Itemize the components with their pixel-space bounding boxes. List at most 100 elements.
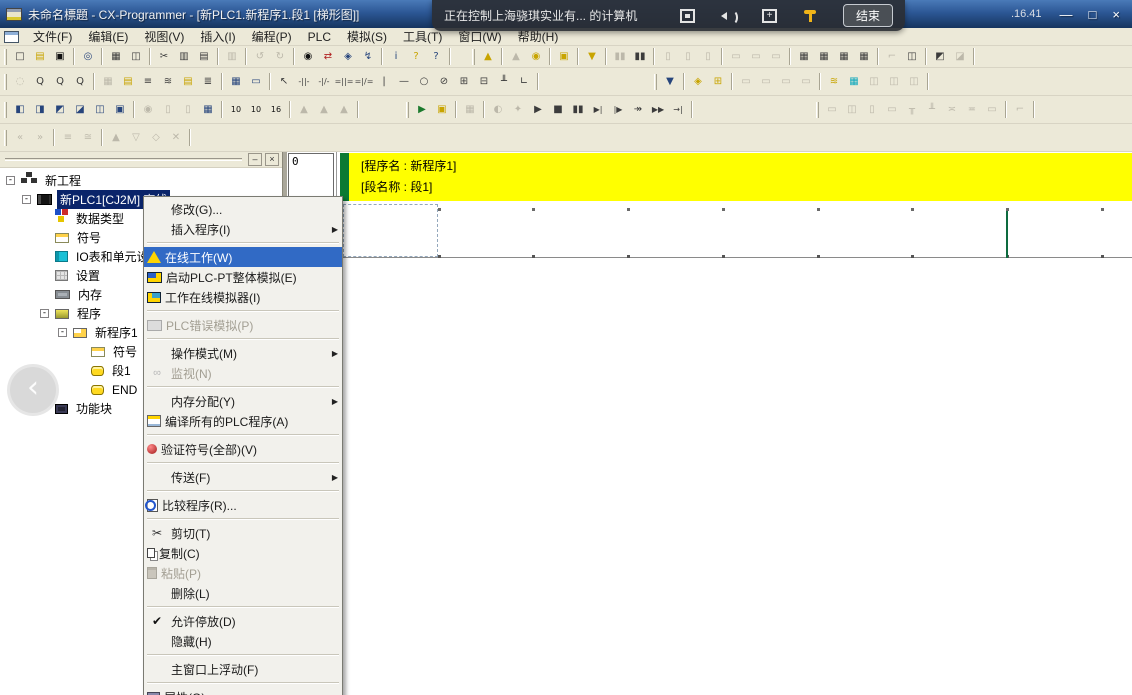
- grid-toggle-icon[interactable]: ▦: [98, 73, 118, 91]
- signed-decimal-icon[interactable]: 10: [246, 101, 266, 119]
- context-menu-item-cut[interactable]: ✂剪切(T): [144, 523, 342, 543]
- distribute-icon[interactable]: ≍: [942, 101, 962, 119]
- mnemonic-view-icon[interactable]: ◨: [30, 101, 50, 119]
- traffic-light-icon[interactable]: ≋: [824, 73, 844, 91]
- context-menu-item-paste[interactable]: 粘贴(P): [144, 563, 342, 583]
- toolbar-grip[interactable]: [4, 49, 7, 65]
- insert-above-icon[interactable]: ▭: [822, 101, 842, 119]
- zoom-out-icon[interactable]: Q: [30, 73, 50, 91]
- child-window-icon[interactable]: [4, 31, 19, 43]
- data-trace-icon[interactable]: ▯: [678, 48, 698, 66]
- toolbar-grip[interactable]: [4, 130, 7, 146]
- online-edit-icon[interactable]: ◈: [688, 73, 708, 91]
- redo-icon[interactable]: ↻: [270, 48, 290, 66]
- menu-item-edit[interactable]: 编辑(E): [80, 27, 136, 46]
- minimize-button[interactable]: —: [1060, 8, 1073, 21]
- toolbar-grip[interactable]: [4, 102, 7, 118]
- address-list-icon[interactable]: ≅: [78, 129, 98, 147]
- clipboard-special-icon[interactable]: ▥: [222, 48, 242, 66]
- menu-item-file[interactable]: 文件(F): [25, 27, 80, 46]
- monitor-refresh-icon[interactable]: ▲: [334, 101, 354, 119]
- step-over-icon[interactable]: ↠: [628, 101, 648, 119]
- smart-input-icon[interactable]: ▦: [226, 73, 246, 91]
- cut-icon[interactable]: ✂: [154, 48, 174, 66]
- rung-comment[interactable]: [程序名 : 新程序1] [段名称 : 段1]: [349, 153, 1132, 201]
- force-on-icon[interactable]: ▲: [106, 129, 126, 147]
- differential-monitor-icon[interactable]: ▯: [658, 48, 678, 66]
- hex-base-icon[interactable]: 16: [266, 101, 286, 119]
- menu-item-plc[interactable]: PLC: [300, 29, 339, 45]
- compile-icon[interactable]: ▲: [478, 48, 498, 66]
- open-file-icon[interactable]: ▤: [30, 48, 50, 66]
- ladder-grid-row[interactable]: [337, 201, 1132, 259]
- toolbar-grip[interactable]: [472, 49, 475, 65]
- previous-reference-icon[interactable]: «: [10, 129, 30, 147]
- zoom-100-icon[interactable]: Q: [70, 73, 90, 91]
- combine-rung-icon[interactable]: ▯: [862, 101, 882, 119]
- print-icon[interactable]: ▦: [106, 48, 126, 66]
- restore-button[interactable]: □: [1089, 8, 1097, 21]
- align-bottom-icon[interactable]: ╨: [922, 101, 942, 119]
- sim-stop-icon[interactable]: ■: [548, 101, 568, 119]
- menu-item-simulation[interactable]: 模拟(S): [339, 27, 395, 46]
- help-icon[interactable]: ?: [406, 48, 426, 66]
- delete-rung-icon[interactable]: ▭: [756, 73, 776, 91]
- rung-number[interactable]: 0: [288, 153, 334, 197]
- program-check-icon[interactable]: ◉: [526, 48, 546, 66]
- dock-pin-icon[interactable]: –: [248, 153, 262, 166]
- comment-rung-icon[interactable]: ▭: [982, 101, 1002, 119]
- save-file-icon[interactable]: ▣: [50, 48, 70, 66]
- run-to-end-icon[interactable]: →|: [668, 101, 688, 119]
- rung-comment-icon[interactable]: ≣: [198, 73, 218, 91]
- pointer-zoom-icon[interactable]: ◌: [10, 73, 30, 91]
- toolbox-icon[interactable]: [803, 9, 817, 23]
- context-menu-item-monitor[interactable]: ∞监视(N): [144, 363, 342, 383]
- context-menu-item-delete[interactable]: 删除(L): [144, 583, 342, 603]
- run-mode-icon[interactable]: ✦: [508, 101, 528, 119]
- force-cancel-icon[interactable]: ▭: [766, 48, 786, 66]
- inverted-instruction-icon[interactable]: ⊟: [474, 73, 494, 91]
- context-menu-item-copy[interactable]: 复制(C): [144, 543, 342, 563]
- sim-pause-icon[interactable]: ▮▮: [568, 101, 588, 119]
- menu-item-view[interactable]: 视图(V): [136, 27, 192, 46]
- context-menu-item-verify-symbols-all[interactable]: 验证符号(全部)(V): [144, 439, 342, 459]
- clear-force-icon[interactable]: ✕: [166, 129, 186, 147]
- copy-icon[interactable]: ▥: [174, 48, 194, 66]
- force-off-icon[interactable]: ▽: [126, 129, 146, 147]
- compile-all-icon[interactable]: ▲: [506, 48, 526, 66]
- context-menu-item-compile-all-plc-programs[interactable]: 编译所有的PLC程序(A): [144, 411, 342, 431]
- context-menu-item-operating-mode[interactable]: 操作模式(M)▶: [144, 343, 342, 363]
- context-menu-item-modify[interactable]: 修改(G)...: [144, 199, 342, 219]
- feedback-icon[interactable]: ◪: [950, 48, 970, 66]
- toolbar-grip[interactable]: [816, 102, 819, 118]
- expand-collapse-icon[interactable]: -: [40, 309, 49, 318]
- cross-reference-icon[interactable]: ⌐: [882, 48, 902, 66]
- window-select-icon[interactable]: ▭: [246, 73, 266, 91]
- step-run-icon[interactable]: ▶|: [588, 101, 608, 119]
- find-replace-icon[interactable]: ⇄: [318, 48, 338, 66]
- address-symbol-icon[interactable]: ≡: [138, 73, 158, 91]
- memory-grid-icon[interactable]: ▦: [814, 48, 834, 66]
- address-trace-icon[interactable]: ↯: [358, 48, 378, 66]
- symbol-list-icon[interactable]: ≡: [58, 129, 78, 147]
- context-menu-item-work-online[interactable]: 在线工作(W): [144, 247, 342, 267]
- align-top-icon[interactable]: ╥: [902, 101, 922, 119]
- insert-row-icon[interactable]: ▭: [776, 73, 796, 91]
- context-menu-item-start-plc-pt-simulation[interactable]: 启动PLC-PT整体模拟(E): [144, 267, 342, 287]
- differentiate-icon[interactable]: ╨: [494, 73, 514, 91]
- force-toggle-icon[interactable]: ◇: [146, 129, 166, 147]
- bookmark-view-icon[interactable]: ▯: [158, 101, 178, 119]
- reference-tab-icon[interactable]: ◫: [884, 73, 904, 91]
- diagram-view-icon[interactable]: ◧: [10, 101, 30, 119]
- context-menu-item-memory-allocation[interactable]: 内存分配(Y)▶: [144, 391, 342, 411]
- close-button[interactable]: ×: [1112, 8, 1120, 21]
- watch-window-icon[interactable]: ◫: [902, 48, 922, 66]
- add-window-icon[interactable]: +: [762, 9, 777, 23]
- menu-item-program[interactable]: 编程(P): [244, 27, 300, 46]
- pause-monitor-icon[interactable]: ▮▮: [610, 48, 630, 66]
- watch-tab-icon[interactable]: ◫: [864, 73, 884, 91]
- transfer-simulator-icon[interactable]: ▼: [582, 48, 602, 66]
- close-panel-icon[interactable]: ×: [265, 153, 279, 166]
- check-tab-icon[interactable]: ◫: [904, 73, 924, 91]
- toolbar-grip[interactable]: [4, 74, 7, 90]
